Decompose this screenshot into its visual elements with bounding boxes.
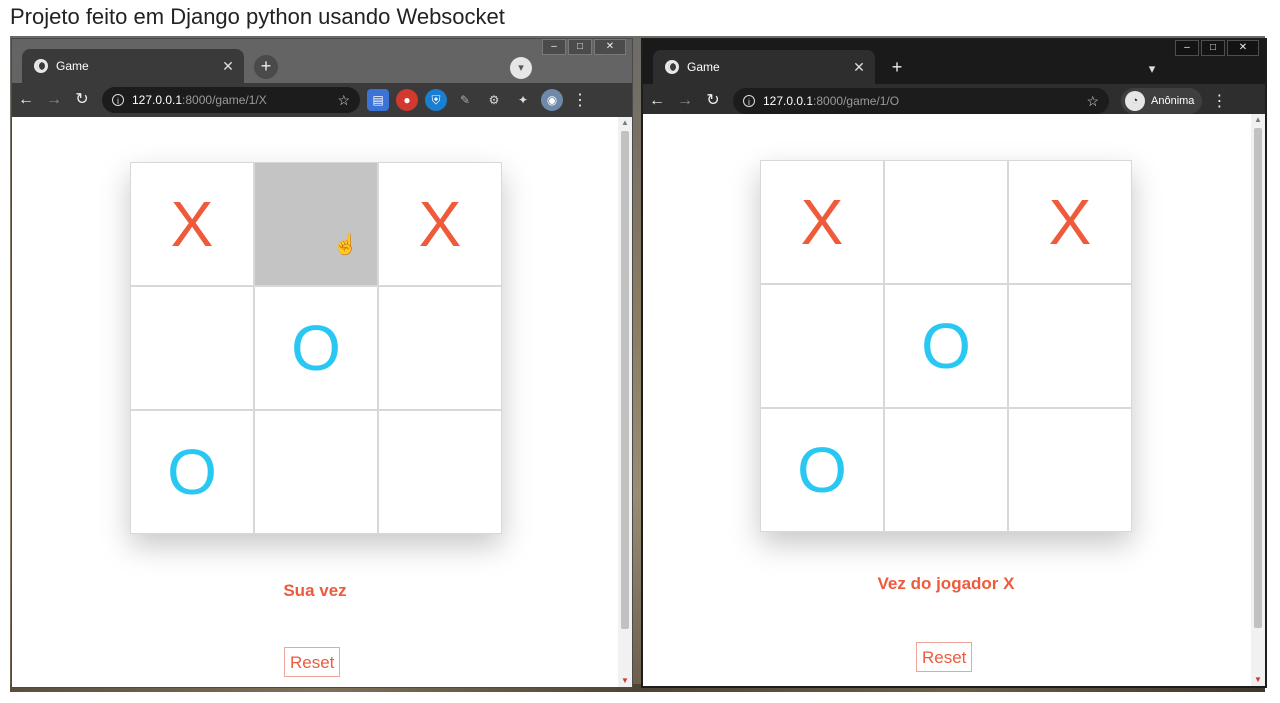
docs-icon[interactable]: ▤: [367, 89, 389, 111]
board-cell[interactable]: X: [130, 162, 254, 286]
minimize-icon[interactable]: –: [542, 39, 566, 55]
browser-toolbar: ← → ↻ i 127.0.0.1 :8000/game/1/O ☆ ◔ Anô…: [643, 84, 1265, 118]
tab-game[interactable]: Game ✕: [653, 50, 875, 84]
info-icon[interactable]: i: [743, 95, 755, 107]
vertical-scrollbar[interactable]: ▲ ▼: [1251, 114, 1265, 686]
gear-icon[interactable]: ⚙: [483, 89, 505, 111]
globe-icon: [665, 60, 679, 74]
reload-icon[interactable]: ↻: [699, 87, 727, 115]
scroll-down-icon[interactable]: ▼: [1251, 674, 1265, 686]
o-mark: O: [291, 312, 341, 384]
tab-search-icon[interactable]: ▾: [510, 57, 532, 79]
window-controls: – □ ✕: [1173, 40, 1259, 56]
maximize-icon[interactable]: □: [568, 39, 592, 55]
x-mark: X: [800, 186, 844, 258]
forward-arrow-icon[interactable]: →: [40, 86, 68, 114]
page-viewport: X X O O Vez do jogador X Reset ▲ ▼: [643, 114, 1265, 686]
game-board: X X O O: [760, 160, 1132, 532]
incognito-indicator[interactable]: ◔ Anônima: [1121, 88, 1203, 114]
board-cell[interactable]: [378, 410, 502, 534]
board-cell[interactable]: [378, 286, 502, 410]
x-mark: X: [418, 188, 462, 260]
o-mark: O: [167, 436, 217, 508]
new-tab-button[interactable]: +: [254, 55, 278, 79]
vertical-scrollbar[interactable]: ▲ ▼: [618, 117, 632, 687]
page-caption: Projeto feito em Django python usando We…: [10, 4, 505, 29]
board-cell[interactable]: ☝: [254, 162, 378, 286]
adblock-icon[interactable]: ●: [396, 89, 418, 111]
board-cell[interactable]: [130, 286, 254, 410]
back-arrow-icon[interactable]: ←: [12, 86, 40, 114]
tab-search-icon[interactable]: ▾: [1141, 58, 1163, 80]
board-cell[interactable]: [1008, 284, 1132, 408]
kebab-menu-icon[interactable]: ⋮: [1208, 91, 1230, 111]
maximize-icon[interactable]: □: [1201, 40, 1225, 56]
url-host: 127.0.0.1: [132, 93, 183, 107]
board-cell[interactable]: O: [884, 284, 1008, 408]
close-window-icon[interactable]: ✕: [594, 39, 626, 55]
scroll-thumb[interactable]: [621, 131, 629, 629]
window-controls: – □ ✕: [540, 39, 626, 55]
tab-strip: Game ✕ + ▾ – □ ✕: [12, 39, 632, 83]
board-cell[interactable]: X: [760, 160, 884, 284]
address-bar[interactable]: i 127.0.0.1 :8000/game/1/X ☆: [102, 87, 360, 113]
back-arrow-icon[interactable]: ←: [643, 87, 671, 115]
url-path: :8000/game/1/X: [182, 93, 267, 107]
tab-title: Game: [687, 60, 720, 74]
tab-game[interactable]: Game ✕: [22, 49, 244, 83]
url-path: :8000/game/1/O: [813, 94, 900, 108]
reset-button[interactable]: Reset: [284, 647, 341, 677]
turn-status: Sua vez: [283, 581, 347, 600]
x-mark: X: [170, 188, 214, 260]
bookmark-star-icon[interactable]: ☆: [337, 92, 350, 109]
info-icon[interactable]: i: [112, 94, 124, 106]
board-cell[interactable]: [1008, 408, 1132, 532]
board-cell[interactable]: [254, 410, 378, 534]
tab-strip: Game ✕ + ▾ – □ ✕: [643, 40, 1265, 84]
board-cell[interactable]: [884, 408, 1008, 532]
board-cell[interactable]: O: [130, 410, 254, 534]
board-cell[interactable]: O: [254, 286, 378, 410]
browser-window-player-o: Game ✕ + ▾ – □ ✕ ← → ↻ i 127.0.0.1 :8000…: [641, 38, 1267, 688]
globe-icon: [34, 59, 48, 73]
address-bar[interactable]: i 127.0.0.1 :8000/game/1/O ☆: [733, 88, 1109, 114]
scroll-down-icon[interactable]: ▼: [618, 675, 632, 687]
new-tab-button[interactable]: +: [885, 56, 909, 80]
board-cell[interactable]: O: [760, 408, 884, 532]
scroll-up-icon[interactable]: ▲: [1251, 114, 1265, 126]
vpn-icon[interactable]: ⛨: [425, 89, 447, 111]
forward-arrow-icon[interactable]: →: [671, 87, 699, 115]
minimize-icon[interactable]: –: [1175, 40, 1199, 56]
browser-toolbar: ← → ↻ i 127.0.0.1 :8000/game/1/X ☆ ▤ ● ⛨…: [12, 83, 632, 117]
incognito-icon: ◔: [1125, 91, 1145, 111]
url-host: 127.0.0.1: [763, 94, 814, 108]
board-cell[interactable]: X: [1008, 160, 1132, 284]
profile-avatar[interactable]: ◉: [541, 89, 563, 111]
kebab-menu-icon[interactable]: ⋮: [569, 90, 591, 110]
close-tab-icon[interactable]: ✕: [851, 59, 867, 76]
o-mark: O: [797, 434, 847, 506]
puzzle-icon[interactable]: ✦: [512, 89, 534, 111]
bookmark-star-icon[interactable]: ☆: [1086, 93, 1099, 110]
board-cell[interactable]: X: [378, 162, 502, 286]
scroll-up-icon[interactable]: ▲: [618, 117, 632, 129]
scroll-thumb[interactable]: [1254, 128, 1262, 628]
incognito-label: Anônima: [1151, 95, 1195, 107]
reset-button[interactable]: Reset: [916, 642, 973, 672]
page-viewport: X ☝ X O O Sua vez Reset ▲ ▼: [12, 117, 632, 687]
board-cell[interactable]: [884, 160, 1008, 284]
browser-window-player-x: Game ✕ + ▾ – □ ✕ ← → ↻ i 127.0.0.1 :8000…: [11, 38, 633, 688]
tab-title: Game: [56, 59, 89, 73]
turn-status: Vez do jogador X: [877, 574, 1015, 593]
close-window-icon[interactable]: ✕: [1227, 40, 1259, 56]
hand-cursor-icon: ☝: [333, 234, 358, 256]
o-mark: O: [921, 310, 971, 382]
game-board: X ☝ X O O: [130, 162, 502, 534]
x-mark: X: [1048, 186, 1092, 258]
pen-icon[interactable]: ✎: [454, 89, 476, 111]
reload-icon[interactable]: ↻: [68, 86, 96, 114]
board-cell[interactable]: [760, 284, 884, 408]
close-tab-icon[interactable]: ✕: [220, 58, 236, 75]
